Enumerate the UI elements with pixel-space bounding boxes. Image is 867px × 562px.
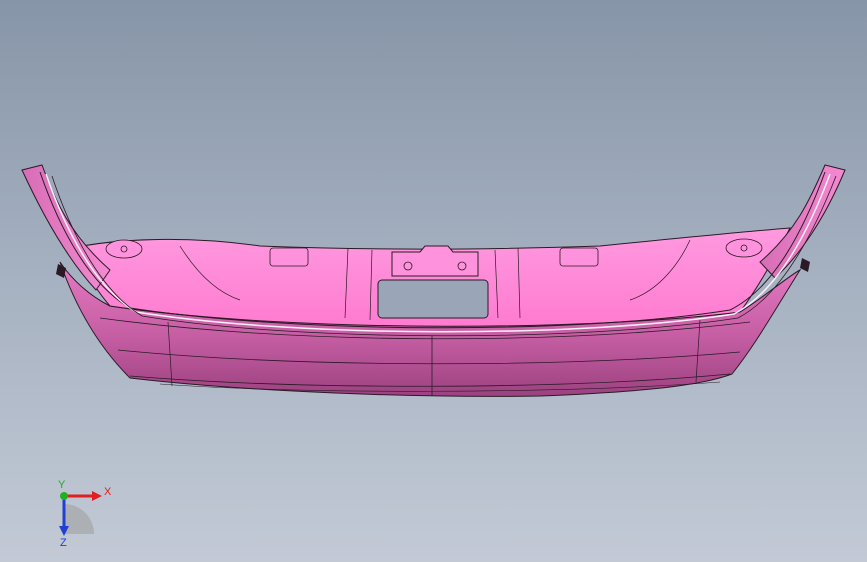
bumper-model[interactable] xyxy=(0,0,867,562)
left-boss xyxy=(105,239,143,259)
left-pad xyxy=(269,247,309,267)
left-clip xyxy=(56,264,66,278)
x-axis-arrow xyxy=(64,491,102,501)
right-pad xyxy=(559,247,599,267)
coordinate-triad[interactable]: X Y Z xyxy=(40,480,120,550)
y-axis-arrow xyxy=(60,492,68,500)
z-axis-label: Z xyxy=(60,537,67,549)
triad-shadow xyxy=(64,504,94,534)
x-axis-label: X xyxy=(104,486,112,498)
y-axis-label: Y xyxy=(58,480,66,491)
right-boss xyxy=(725,238,763,258)
graphics-viewport[interactable]: X Y Z xyxy=(0,0,867,562)
right-clip xyxy=(800,258,810,272)
plate-opening xyxy=(377,279,489,319)
